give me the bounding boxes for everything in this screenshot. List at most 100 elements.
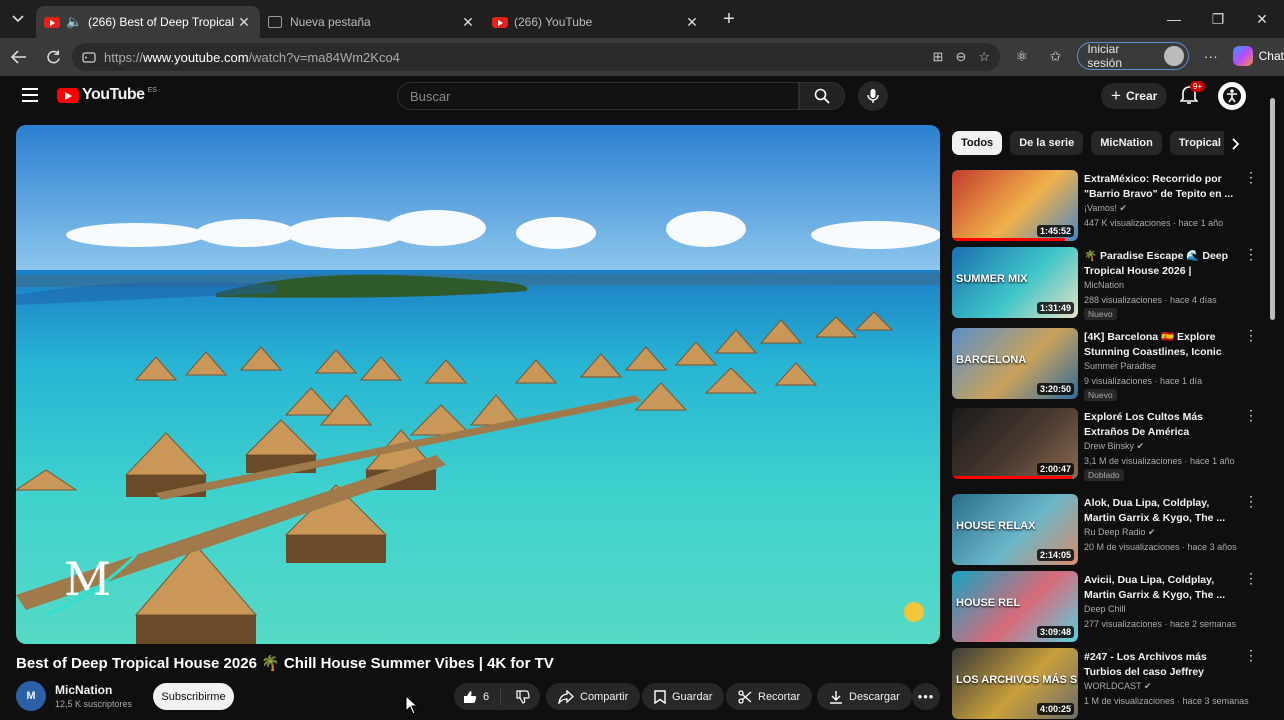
more-vertical-icon[interactable]: ⋮ [1244,648,1258,662]
recommendation-card[interactable]: BARCELONA 3:20:50 [4K] Barcelona 🇪🇸 Explor… [952,328,1258,401]
recommendation-channel[interactable]: Drew Binsky ✔ [1084,441,1144,452]
recommendation-card[interactable]: HOUSE REL 3:09:48 Avicii, Dua Lipa, Coldpl… [952,571,1258,643]
chip-micnation[interactable]: MicNation [1091,131,1162,155]
favorites-icon[interactable]: ✩ [1044,42,1068,70]
recommendation-meta: 1 M de visualizaciones · hace 3 semanas [1084,696,1249,706]
extensions-icon[interactable]: ⚛ [1010,42,1034,70]
recommendation-channel[interactable]: MicNation [1084,280,1124,290]
more-vertical-icon[interactable]: ⋮ [1244,408,1258,422]
bookmark-icon [654,689,666,704]
recommendation-title[interactable]: [4K] Barcelona 🇪🇸 Explore Stunning Coast… [1084,330,1236,360]
recommendation-channel[interactable]: ¡Vamos! ✔ [1084,203,1127,214]
recommendation-title[interactable]: ExtraMéxico: Recorrido por "Barrio Bravo… [1084,172,1236,202]
recommendation-title[interactable]: Exploré Los Cultos Más Extraños De Améri… [1084,410,1236,440]
subscribe-button[interactable]: Subscribirme [153,683,234,710]
create-button[interactable]: + Crear [1101,83,1168,109]
recommendation-title[interactable]: Avicii, Dua Lipa, Coldplay, Martin Garri… [1084,573,1236,603]
tab-youtube[interactable]: (266) YouTube ✕ [484,6,708,38]
more-options-icon[interactable]: ··· [1199,42,1223,70]
chip-de-la-serie[interactable]: De la serie [1010,131,1084,155]
minimize-icon[interactable]: — [1152,0,1196,38]
chip-todos[interactable]: Todos [952,131,1003,155]
share-button[interactable]: Compartir [546,683,641,710]
back-button[interactable] [2,40,36,74]
new-tab-button[interactable]: + [714,8,744,31]
recommendation-title[interactable]: Alok, Dua Lipa, Coldplay, Martin Garrix … [1084,496,1236,526]
close-tab-icon[interactable]: ✕ [684,14,700,31]
search-button[interactable] [799,82,845,110]
voice-search-button[interactable] [858,81,888,111]
video-thumbnail[interactable]: 2:00:47 [952,408,1078,479]
recommendation-card[interactable]: 1:45:52 ExtraMéxico: Recorrido por "Barri… [952,170,1258,242]
clip-button[interactable]: Recortar [726,683,813,710]
app-install-icon[interactable]: ⊞ [933,49,944,65]
video-thumbnail[interactable]: HOUSE REL 3:09:48 [952,571,1078,642]
recommendation-channel[interactable]: WORLDCAST ✔ [1084,681,1151,692]
recommendation-title[interactable]: #247 - Los Archivos más Turbios del caso… [1084,650,1236,680]
channel-avatar[interactable]: M [16,681,46,711]
recommendation-channel[interactable]: Ru Deep Radio ✔ [1084,527,1156,538]
chevron-right-icon [1232,138,1240,150]
tab-video[interactable]: 🔈 (266) Best of Deep Tropical Ho ✕ [36,6,260,38]
recommendation-card[interactable]: 2:00:47 Exploré Los Cultos Más Extraños D… [952,408,1258,481]
chips-next-button[interactable] [1224,131,1248,157]
menu-icon[interactable] [22,88,38,106]
video-thumbnail[interactable]: BARCELONA 3:20:50 [952,328,1078,399]
speaker-icon[interactable]: 🔈 [66,14,82,30]
tab-actions-menu[interactable] [0,0,36,38]
video-player[interactable]: M [16,125,940,644]
search-placeholder: Buscar [410,89,451,104]
account-avatar[interactable] [1218,82,1246,110]
recommendation-meta: 20 M de visualizaciones · hace 3 años [1084,542,1237,552]
thumbnail-label: HOUSE REL [956,597,1021,609]
more-actions-button[interactable]: ••• [912,683,940,710]
close-tab-icon[interactable]: ✕ [236,14,252,31]
close-tab-icon[interactable]: ✕ [460,14,476,31]
address-bar-icons: ⊞ ⊖ ☆ [933,43,990,71]
recommendation-meta: 9 visualizaciones · hace 1 día [1084,376,1203,386]
channel-avatar-initial: M [26,690,36,702]
video-thumbnail[interactable]: SUMMER MIX 1:31:49 [952,247,1078,318]
close-window-icon[interactable]: ✕ [1240,0,1284,38]
zoom-icon[interactable]: ⊖ [955,49,966,65]
youtube-logo[interactable]: YouTube ES [57,86,157,104]
tab-new-tab[interactable]: Nueva pestaña ✕ [260,6,484,38]
recommendation-channel[interactable]: Deep Chill [1084,604,1126,614]
restore-icon[interactable]: ❐ [1196,0,1240,38]
more-vertical-icon[interactable]: ⋮ [1244,247,1258,261]
recommendation-badge: Nuevo [1084,389,1117,401]
scrollbar-thumb[interactable] [1270,98,1275,320]
video-thumbnail[interactable]: 1:45:52 [952,170,1078,241]
channel-name[interactable]: MicNation [55,683,112,697]
more-vertical-icon[interactable]: ⋮ [1244,571,1258,585]
reload-button[interactable] [36,40,70,74]
search-input[interactable]: Buscar [397,82,799,110]
share-icon [558,689,574,704]
video-thumbnail[interactable]: HOUSE RELAX 2:14:05 [952,494,1078,565]
video-thumbnail[interactable]: LOS ARCHIVOS MÁS SECRETOS · JEFFREY EPST… [952,648,1078,719]
recommendation-card[interactable]: SUMMER MIX 1:31:49 🌴 Paradise Escape 🌊 Dee… [952,247,1258,320]
recommendation-card[interactable]: LOS ARCHIVOS MÁS SECRETOS · JEFFREY EPST… [952,648,1258,720]
copilot-chat-button[interactable]: Chat [1232,46,1284,66]
page-scrollbar[interactable] [1268,84,1276,720]
recommendation-card[interactable]: HOUSE RELAX 2:14:05 Alok, Dua Lipa, Coldpl… [952,494,1258,566]
recommendation-channel[interactable]: Summer Paradise [1084,361,1156,371]
address-bar[interactable]: https://www.youtube.com/watch?v=ma84Wm2K… [72,43,1000,71]
download-button[interactable]: Descargar [817,683,912,710]
signin-label: Iniciar sesión [1087,42,1122,70]
more-vertical-icon[interactable]: ⋮ [1244,328,1258,342]
favorite-star-icon[interactable]: ☆ [978,49,990,65]
dislike-button[interactable] [507,689,540,704]
back-arrow-icon [11,50,26,64]
recommendation-meta: 447 K visualizaciones · hace 1 año [1084,218,1224,228]
site-info-icon[interactable] [82,50,96,64]
signin-button[interactable]: Iniciar sesión [1077,42,1189,70]
save-button[interactable]: Guardar [642,683,725,710]
like-count: 6 [483,690,490,703]
video-duration: 1:31:49 [1036,302,1074,314]
recommendation-title[interactable]: 🌴 Paradise Escape 🌊 Deep Tropical House … [1084,249,1236,279]
more-vertical-icon[interactable]: ⋮ [1244,494,1258,508]
notifications-button[interactable]: 9+ [1179,81,1206,107]
more-vertical-icon[interactable]: ⋮ [1244,170,1258,184]
like-button[interactable]: 6 [454,688,501,705]
